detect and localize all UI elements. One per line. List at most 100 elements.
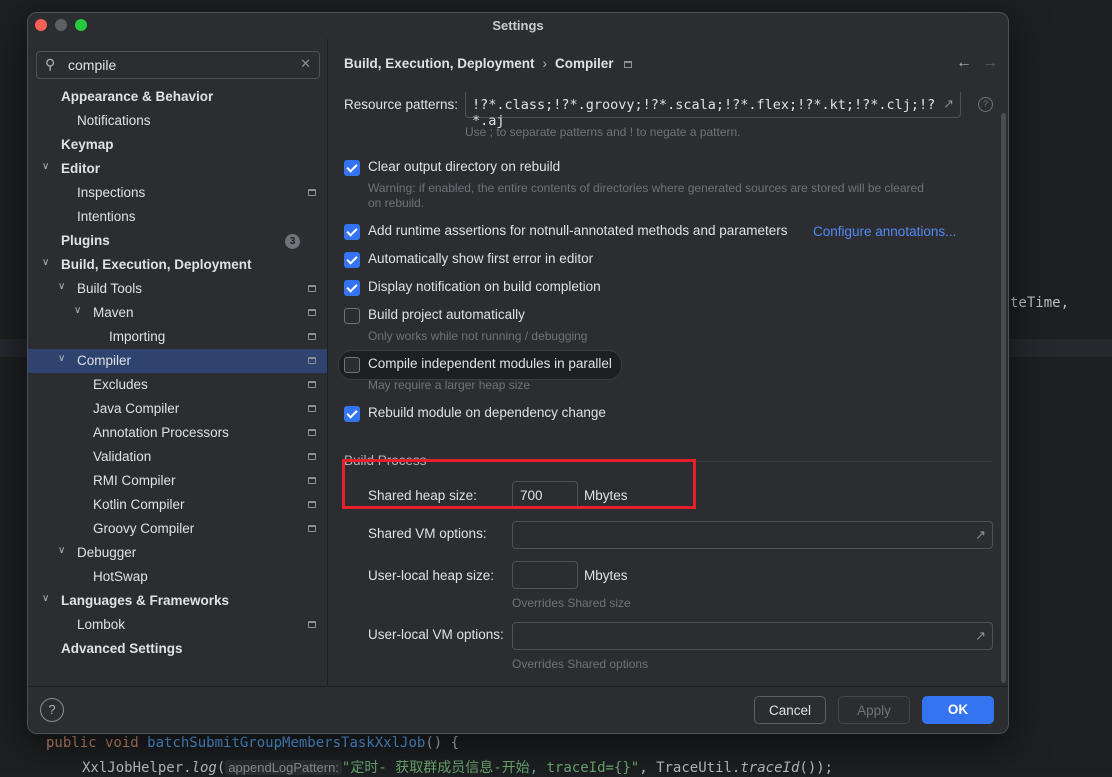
tree-item-build-tools[interactable]: ∨ Build Tools [28, 277, 327, 301]
tree-item-label: HotSwap [93, 569, 148, 584]
back-arrow-button[interactable]: ← [956, 54, 972, 72]
option-checkbox[interactable] [344, 160, 360, 176]
tree-item-lombok[interactable]: Lombok [28, 613, 327, 637]
settings-dialog: Settings ⚲ compile ✕ Appearance & Behavi… [27, 12, 1009, 734]
project-level-icon [308, 453, 316, 460]
dialog-footer: ? Cancel Apply OK [28, 686, 1008, 733]
tree-item-intentions[interactable]: Intentions [28, 205, 327, 229]
code-call-2: traceId [740, 760, 800, 776]
compiler-settings-panel: Build, Execution, Deployment › Compiler ← … [328, 39, 1008, 686]
tree-item-java-compiler[interactable]: Java Compiler [28, 397, 327, 421]
chevron-down-icon[interactable]: ∨ [42, 593, 54, 604]
tree-item-excludes[interactable]: Excludes [28, 373, 327, 397]
help-button[interactable]: ? [40, 698, 64, 722]
help-icon[interactable]: ? [978, 97, 993, 112]
project-level-icon [308, 285, 316, 292]
user-vm-input[interactable]: ↗ [512, 622, 993, 650]
title-bar: Settings [28, 13, 1008, 39]
cancel-button[interactable]: Cancel [754, 696, 826, 724]
option-label[interactable]: Automatically show first error in editor [368, 251, 593, 266]
user-vm-hint: Overrides Shared options [512, 657, 649, 671]
tree-item-editor[interactable]: ∨ Editor [28, 157, 327, 181]
forward-arrow-button[interactable]: → [982, 54, 998, 72]
tree-item-maven[interactable]: ∨ Maven [28, 301, 327, 325]
apply-button[interactable]: Apply [838, 696, 910, 724]
search-value: compile [68, 57, 117, 73]
settings-search-input[interactable]: ⚲ compile ✕ [36, 51, 320, 79]
tree-item-appearance-behavior[interactable]: Appearance & Behavior [28, 85, 327, 109]
tree-item-notifications[interactable]: Notifications [28, 109, 327, 133]
tree-item-keymap[interactable]: Keymap [28, 133, 327, 157]
tree-item-groovy-compiler[interactable]: Groovy Compiler [28, 517, 327, 541]
project-level-icon [308, 189, 316, 196]
breadcrumb-separator: › [542, 56, 548, 71]
tree-item-validation[interactable]: Validation [28, 445, 327, 469]
breadcrumb-current: Compiler [555, 56, 614, 71]
tree-item-label: Editor [61, 161, 100, 176]
tree-item-label: Plugins [61, 233, 110, 248]
option-label[interactable]: Add runtime assertions for notnull-annot… [368, 223, 788, 238]
code-keyword: public void [46, 735, 148, 751]
tree-item-label: Java Compiler [93, 401, 180, 416]
code-class: XxlJobHelper. [82, 760, 192, 776]
tree-item-kotlin-compiler[interactable]: Kotlin Compiler [28, 493, 327, 517]
tree-item-debugger[interactable]: ∨ Debugger [28, 541, 327, 565]
tree-item-annotation-processors[interactable]: Annotation Processors [28, 421, 327, 445]
option-checkbox[interactable] [344, 308, 360, 324]
expand-icon[interactable]: ↗ [943, 96, 954, 112]
tree-item-inspections[interactable]: Inspections [28, 181, 327, 205]
user-heap-input[interactable] [512, 561, 578, 589]
option-label[interactable]: Display notification on build completion [368, 279, 601, 294]
tree-item-languages-frameworks[interactable]: ∨ Languages & Frameworks [28, 589, 327, 613]
chevron-down-icon[interactable]: ∨ [74, 305, 86, 316]
option-hint: Warning: if enabled, the entire contents… [368, 181, 924, 210]
tree-item-label: RMI Compiler [93, 473, 176, 488]
expand-icon[interactable]: ↗ [975, 628, 986, 644]
option-label[interactable]: Clear output directory on rebuild [368, 159, 560, 174]
editor-code-line-1: public void batchSubmitGroupMembersTaskX… [46, 735, 459, 751]
project-level-icon [308, 405, 316, 412]
code-call: log [191, 760, 217, 776]
tree-item-label: Maven [93, 305, 134, 320]
chevron-down-icon[interactable]: ∨ [58, 353, 70, 364]
expand-icon[interactable]: ↗ [975, 527, 986, 543]
tree-item-advanced-settings[interactable]: Advanced Settings [28, 637, 327, 661]
chevron-down-icon[interactable]: ∨ [42, 161, 54, 172]
vertical-scrollbar[interactable] [1001, 113, 1006, 683]
tree-item-importing[interactable]: Importing [28, 325, 327, 349]
resource-patterns-field[interactable]: !?*.class;!?*.groovy;!?*.scala;!?*.flex;… [465, 92, 961, 129]
option-hint: Only works while not running / debugging [368, 329, 588, 343]
chevron-down-icon[interactable]: ∨ [58, 281, 70, 292]
window-title: Settings [492, 18, 544, 33]
breadcrumb-parent[interactable]: Build, Execution, Deployment [344, 56, 535, 71]
option-checkbox[interactable] [344, 252, 360, 268]
tree-item-plugins[interactable]: Plugins 3 [28, 229, 327, 253]
code-punct: () { [425, 735, 460, 751]
tree-item-hotswap[interactable]: HotSwap [28, 565, 327, 589]
option-label[interactable]: Build project automatically [368, 307, 525, 322]
settings-sidebar: ⚲ compile ✕ Appearance & Behavior Notific… [28, 39, 328, 686]
project-level-icon [308, 429, 316, 436]
tree-item-label: Groovy Compiler [93, 521, 195, 536]
shared-vm-input[interactable]: ↗ [512, 521, 993, 549]
option-checkbox[interactable] [344, 280, 360, 296]
code-punct-2: ()); [799, 760, 834, 776]
code-class-2: , TraceUtil. [639, 760, 741, 776]
chevron-down-icon[interactable]: ∨ [58, 545, 70, 556]
option-checkbox[interactable] [344, 224, 360, 240]
project-level-icon [308, 333, 316, 340]
tree-item-label: Advanced Settings [61, 641, 183, 656]
clear-search-icon[interactable]: ✕ [300, 56, 311, 72]
ok-button[interactable]: OK [922, 696, 994, 724]
option-checkbox[interactable] [344, 357, 360, 373]
option-label[interactable]: Rebuild module on dependency change [368, 405, 606, 420]
option-label[interactable]: Compile independent modules in parallel [368, 356, 612, 371]
tree-item-rmi-compiler[interactable]: RMI Compiler [28, 469, 327, 493]
project-level-icon [308, 309, 316, 316]
tree-item-build-execution-deployment[interactable]: ∨ Build, Execution, Deployment [28, 253, 327, 277]
option-checkbox[interactable] [344, 406, 360, 422]
configure-annotations-link[interactable]: Configure annotations... [813, 224, 956, 239]
tree-item-compiler[interactable]: ∨ Compiler [28, 349, 327, 373]
chevron-down-icon[interactable]: ∨ [42, 257, 54, 268]
tree-item-label: Kotlin Compiler [93, 497, 185, 512]
